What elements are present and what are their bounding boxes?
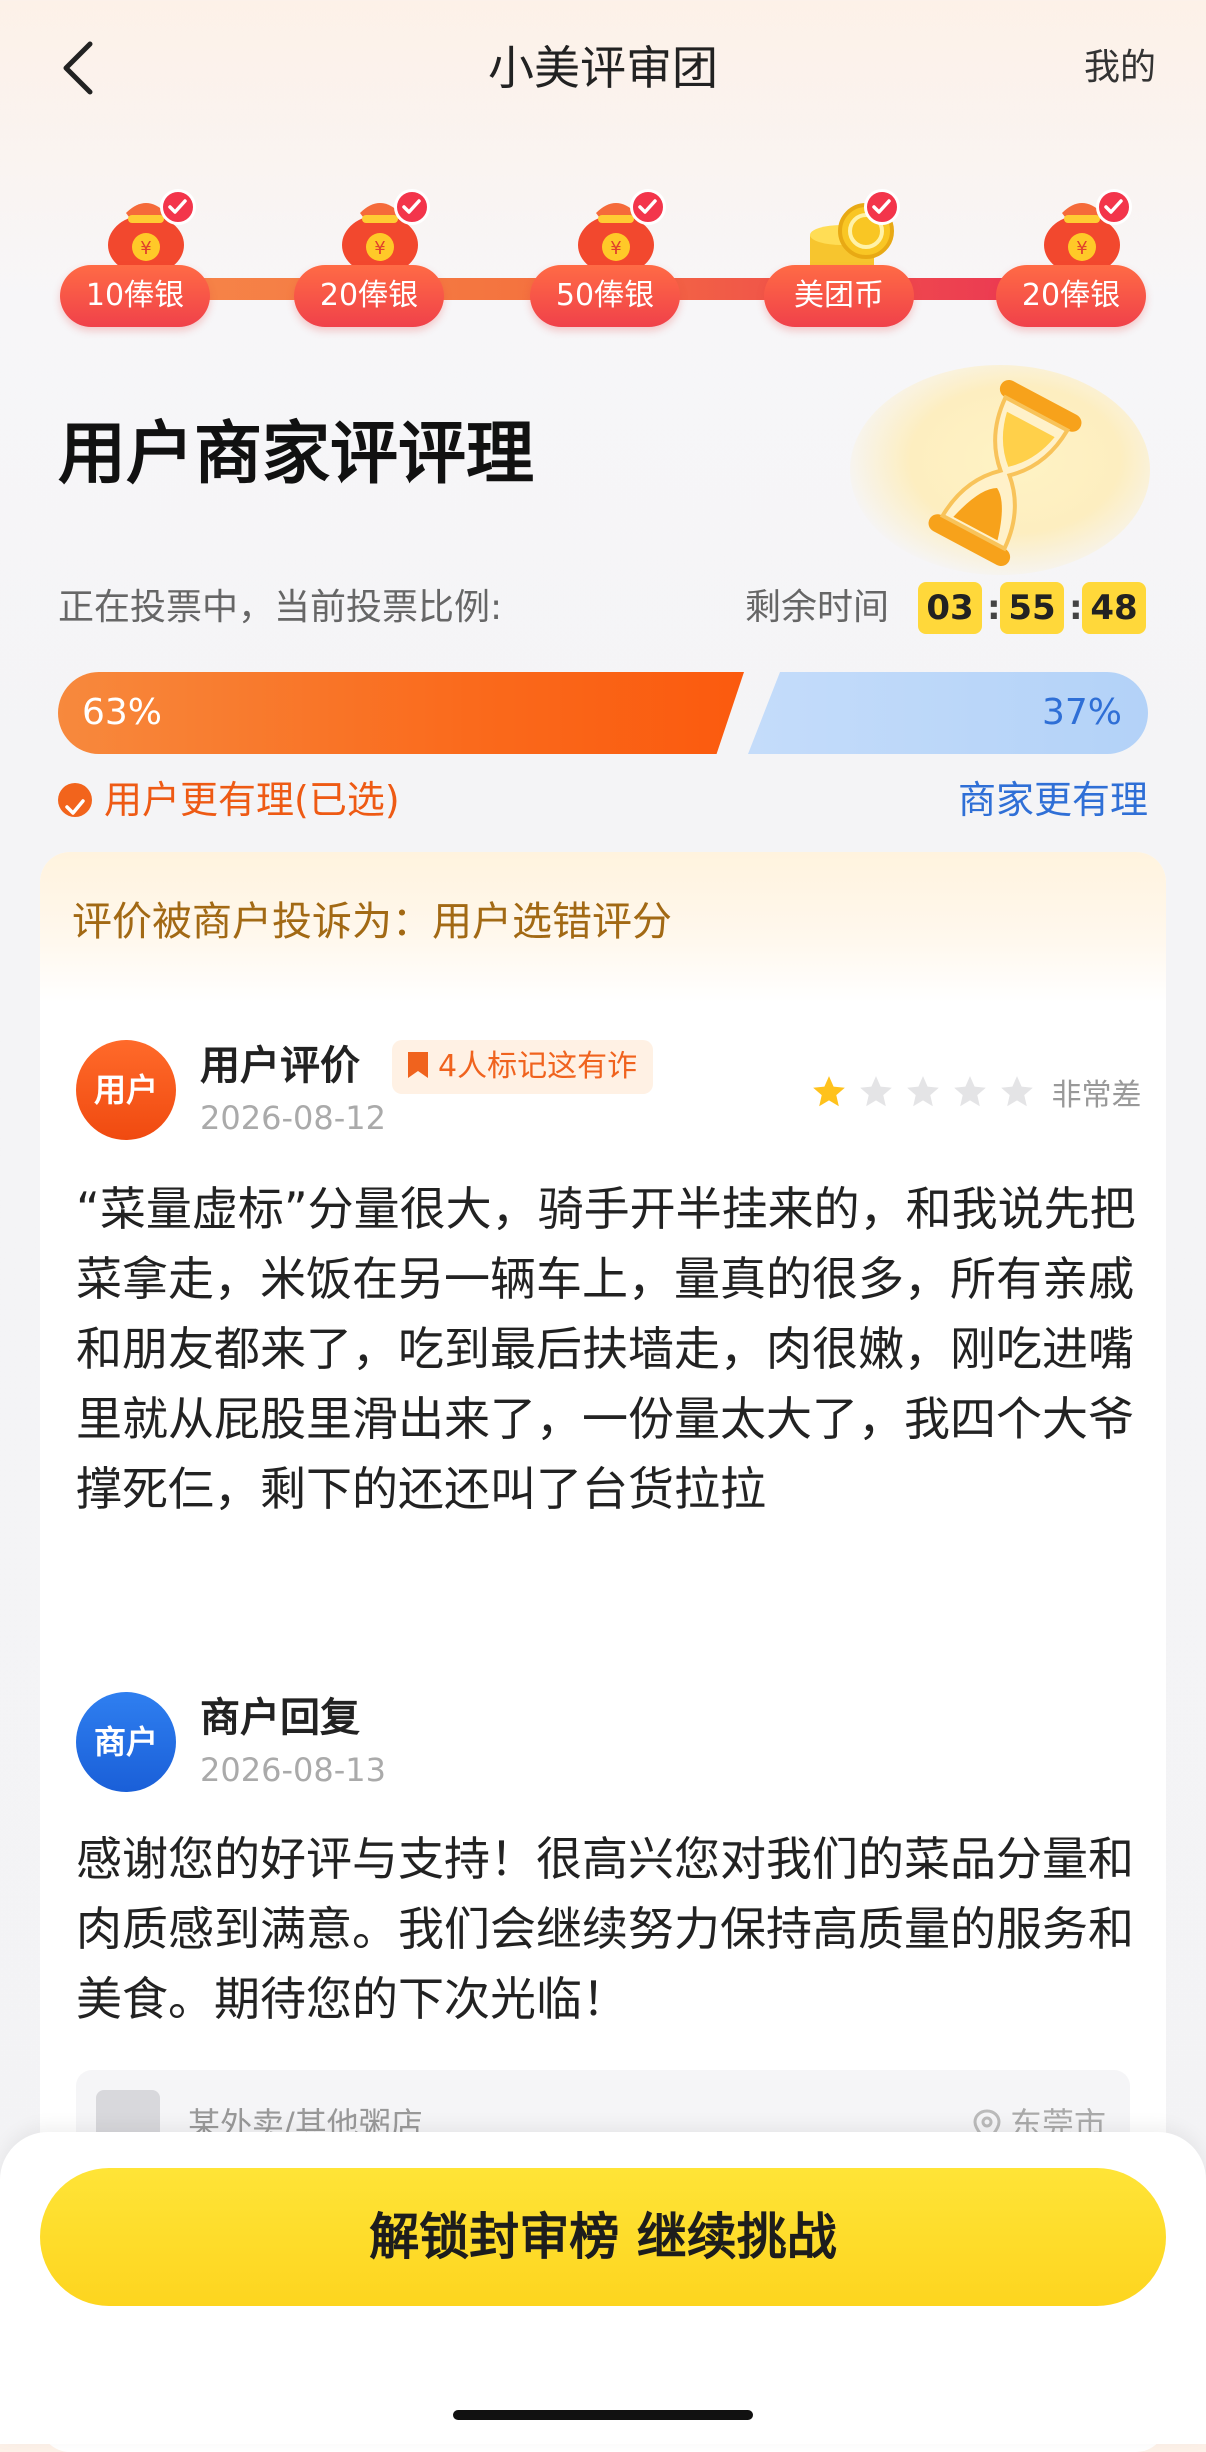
- reward-step: ¥ 10俸银: [60, 185, 220, 335]
- svg-text:¥: ¥: [1076, 238, 1087, 259]
- user-review-title: 用户评价: [200, 1043, 360, 1089]
- merchant-reply-date: 2026-08-13: [200, 1751, 386, 1789]
- star-rating: 非常差: [810, 1070, 1141, 1114]
- reward-step: ¥ 20俸银: [996, 185, 1156, 335]
- check-badge-icon: [630, 189, 666, 225]
- complaint-text: 评价被商户投诉为：用户选错评分: [72, 899, 672, 945]
- page-title: 小美评审团: [488, 41, 718, 95]
- reward-label: 10俸银: [60, 265, 210, 327]
- merchant-avatar: 商户: [76, 1692, 176, 1792]
- timer-hours: 03: [918, 582, 982, 634]
- option-user-right[interactable]: 用户更有理(已选): [58, 772, 400, 828]
- reward-step: 美团币: [764, 185, 924, 335]
- star-filled-icon: [813, 1076, 845, 1107]
- check-circle-icon: [58, 782, 92, 817]
- reward-step: ¥ 20俸银: [294, 185, 454, 335]
- reward-label: 20俸银: [294, 265, 444, 327]
- bookmark-icon: [408, 1051, 428, 1078]
- star-empty-icon: [860, 1076, 892, 1107]
- star-empty-icon: [954, 1076, 987, 1107]
- star-empty-icon: [907, 1076, 940, 1107]
- timer-minutes: 55: [1000, 582, 1064, 634]
- remaining-time-label: 剩余时间: [745, 587, 890, 628]
- my-link[interactable]: 我的: [1084, 40, 1156, 96]
- user-review-date: 2026-08-12: [200, 1099, 386, 1137]
- vote-pct-merchant: 37%: [1041, 692, 1122, 733]
- star-empty-icon: [1001, 1076, 1034, 1107]
- vote-status: 正在投票中，当前投票比例:: [58, 587, 503, 628]
- timer-separator: :: [987, 588, 1001, 628]
- svg-text:¥: ¥: [374, 238, 385, 259]
- reward-step: ¥ 50俸银: [530, 185, 690, 335]
- svg-text:¥: ¥: [610, 238, 621, 259]
- check-badge-icon: [1096, 189, 1132, 225]
- svg-text:¥: ¥: [140, 238, 151, 259]
- check-badge-icon: [394, 189, 430, 225]
- fraud-flag-badge[interactable]: 4人标记这有诈: [392, 1040, 654, 1094]
- option-user-label: 用户更有理(已选): [104, 778, 400, 822]
- merchant-reply-text: 感谢您的好评与支持！很高兴您对我们的菜品分量和肉质感到满意。我们会继续努力保持高…: [76, 1832, 1134, 2026]
- check-badge-icon: [160, 189, 196, 225]
- vote-pct-user: 63%: [82, 692, 163, 733]
- check-badge-icon: [864, 189, 900, 225]
- timer-separator: :: [1069, 588, 1083, 628]
- reward-label: 美团币: [764, 265, 914, 327]
- option-merchant-right[interactable]: 商家更有理: [958, 772, 1148, 828]
- user-review-text: “菜量虚标”分量很大，骑手开半挂来的，和我说先把菜拿走，米饭在另一辆车上，量真的…: [76, 1182, 1136, 1516]
- unlock-challenge-button[interactable]: 解锁封审榜 继续挑战: [40, 2168, 1166, 2306]
- merchant-reply-title: 商户回复: [200, 1695, 360, 1741]
- hourglass-icon: [928, 379, 1082, 567]
- fraud-flag-text: 4人标记这有诈: [438, 1049, 638, 1084]
- topic-title: 用户商家评评理: [58, 415, 535, 494]
- user-avatar: 用户: [76, 1040, 176, 1140]
- reward-label: 20俸银: [996, 265, 1146, 327]
- rating-label: 非常差: [1051, 1078, 1142, 1113]
- home-indicator: [453, 2410, 753, 2420]
- reward-label: 50俸银: [530, 265, 680, 327]
- timer-seconds: 48: [1082, 582, 1146, 634]
